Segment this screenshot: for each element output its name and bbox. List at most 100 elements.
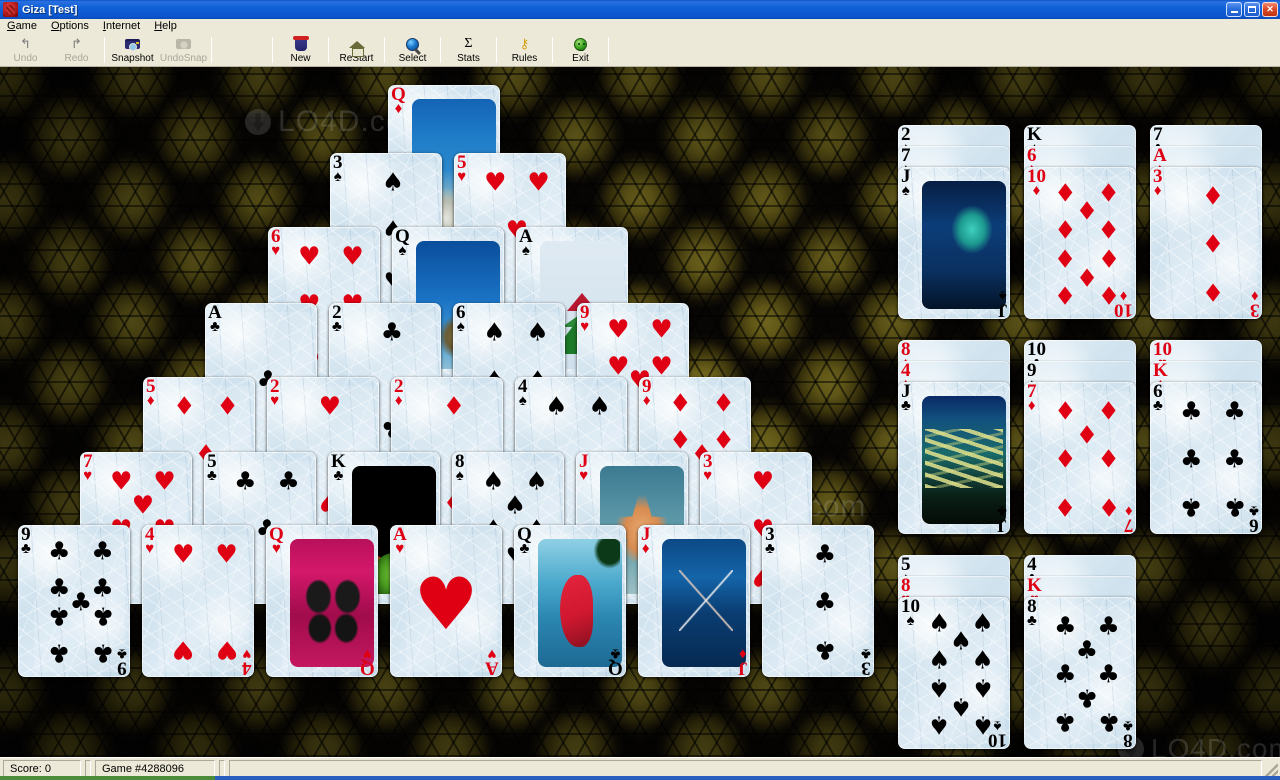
card-pip-group: ♣ ♣ ♣ ♣ ♣ ♣ ♣ ♣ xyxy=(1042,603,1132,745)
card-suit: ♠ xyxy=(455,468,464,485)
snapshot-button[interactable]: Snapshot xyxy=(107,34,158,66)
select-button[interactable]: Select xyxy=(387,34,438,66)
taskbar-strip xyxy=(0,776,1280,780)
card-suit: ♥ xyxy=(83,468,93,485)
card-pip: ♣ xyxy=(91,573,114,603)
card-pip: ♠ xyxy=(545,391,568,421)
card-suit: ♥ xyxy=(580,319,590,336)
menu-game[interactable]: Game xyxy=(0,19,44,34)
tableau-card-r7-c2[interactable]: ♥ ♥ ♥ ♥ 4 ♥ 4 ♥ xyxy=(142,525,254,677)
reserve-pile-7-top-card[interactable]: ♠ ♠ ♠ ♠ ♠ ♠ ♠ ♠ ♠ ♠ 10 ♠ 10 ♠ xyxy=(898,597,1010,749)
restart-button[interactable]: ReStart xyxy=(331,34,382,66)
title-bar[interactable]: Giza [Test] ✕ xyxy=(0,0,1280,19)
card-pip: ♣ xyxy=(91,536,114,566)
tableau-card-r7-c4[interactable]: ♥ A ♥ A ♥ xyxy=(390,525,502,677)
stats-button[interactable]: Σ Stats xyxy=(443,34,494,66)
card-pip: ♦ xyxy=(712,425,735,455)
card-pip: ♦ xyxy=(1054,243,1077,273)
minimize-button[interactable] xyxy=(1226,2,1242,17)
card-pip: ♥ xyxy=(607,314,630,344)
card-corner-top: J ♠ xyxy=(901,167,911,199)
card-corner-bottom: 8 ♣ xyxy=(1123,717,1133,749)
card-pip: ♣ xyxy=(1097,707,1120,737)
card-suit: ♠ xyxy=(333,169,342,186)
card-corner-top: 3 ♣ xyxy=(765,525,775,558)
card-corner-top: 8 ♣ xyxy=(1027,597,1037,629)
undosnap-button[interactable]: UndoSnap xyxy=(158,34,209,66)
app-icon xyxy=(3,2,18,17)
redo-button[interactable]: ↱ Redo xyxy=(51,34,102,66)
card-pip: ♠ xyxy=(381,167,405,197)
menu-bar: Game Options Internet Help xyxy=(0,19,1280,34)
close-button[interactable]: ✕ xyxy=(1262,2,1278,17)
tableau-card-r7-c1[interactable]: ♣ ♣ ♣ ♣ ♣ ♣ ♣ ♣ ♣ 9 ♣ 9 ♣ xyxy=(18,525,130,677)
toolbar-separator-5 xyxy=(384,37,385,63)
card-suit: ♠ xyxy=(998,286,1007,303)
exit-button[interactable]: Exit xyxy=(555,34,606,66)
card-corner-bottom: 7 ♦ xyxy=(1124,501,1134,534)
reserve-pile-3-top-card[interactable]: ♦ ♦ ♦ 3 ♦ 3 ♦ xyxy=(1150,167,1262,319)
card-pip: ♣ xyxy=(1054,707,1077,737)
card-corner-top: 9 ♣ xyxy=(21,525,31,558)
menu-options[interactable]: Options xyxy=(44,19,96,34)
reserve-pile-1-top-card[interactable]: J ♠ J ♠ xyxy=(898,167,1010,319)
rules-button[interactable]: ⚷ Rules xyxy=(499,34,550,66)
undo-button[interactable]: ↰ Undo xyxy=(0,34,51,66)
card-suit: ♥ xyxy=(271,243,281,260)
card-suit: ♥ xyxy=(395,541,405,558)
new-button[interactable]: New xyxy=(275,34,326,66)
tableau-card-r7-c7[interactable]: ♣ ♣ ♣ 3 ♣ 3 ♣ xyxy=(762,525,874,677)
card-pip: ♦ xyxy=(1097,243,1120,273)
card-suit: ♣ xyxy=(21,541,31,558)
card-corner-bottom: Q ♣ xyxy=(608,644,623,677)
card-corner-top: Q ♠ xyxy=(395,227,410,259)
window-title: Giza [Test] xyxy=(22,3,78,16)
reserve-pile-6-top-card[interactable]: ♣ ♣ ♣ ♣ ♣ ♣ 6 ♣ 6 ♣ xyxy=(1150,382,1262,534)
card-corner-top: 10 ♠ xyxy=(901,597,920,629)
card-corner-top: 2 ♥ xyxy=(270,377,280,409)
card-suit: ♦ xyxy=(1124,501,1133,518)
card-pip: ♦ xyxy=(1054,444,1077,474)
card-pip: ♦ xyxy=(1097,178,1120,208)
reserve-pile-8-top-card[interactable]: ♣ ♣ ♣ ♣ ♣ ♣ ♣ ♣ 8 ♣ 8 ♣ xyxy=(1024,597,1136,749)
key-icon: ⚷ xyxy=(519,36,530,51)
card-pip: ♦ xyxy=(669,425,692,455)
card-pip: ♣ xyxy=(813,635,837,665)
card-artwork-school xyxy=(922,396,1006,524)
card-corner-bottom: J ♦ xyxy=(738,645,748,677)
menu-help[interactable]: Help xyxy=(147,19,184,34)
card-pip: ♣ xyxy=(1223,396,1246,426)
reserve-pile-5-top-card[interactable]: ♦ ♦ ♦ ♦ ♦ ♦ ♦ 7 ♦ 7 ♦ xyxy=(1024,382,1136,534)
card-pip: ♥ xyxy=(527,167,550,197)
card-suit: ♣ xyxy=(1153,398,1163,415)
tableau-card-r7-c6[interactable]: J ♦ J ♦ xyxy=(638,525,750,677)
card-pip: ♥ xyxy=(153,466,176,496)
maximize-button[interactable] xyxy=(1244,2,1260,17)
card-pip: ♥ xyxy=(484,167,507,197)
smiley-exit-icon xyxy=(572,36,590,52)
card-center-pip: ♥ xyxy=(413,562,479,647)
card-suit: ♥ xyxy=(457,169,467,186)
tableau-card-r7-c3[interactable]: Q ♥ Q ♥ xyxy=(266,525,378,677)
card-suit: ♣ xyxy=(610,644,621,661)
card-corner-top: 6 ♠ xyxy=(456,303,466,335)
card-pip: ♥ xyxy=(341,241,364,271)
game-board[interactable]: LO4D.com LO4D.com LO4D.com Q♦Q♦♠♠♠3♠3♠♥♥… xyxy=(0,67,1280,757)
card-corner-top: 5 ♦ xyxy=(146,377,156,410)
reserve-pile-2-top-card[interactable]: ♦ ♦ ♦ ♦ ♦ ♦ ♦ ♦ ♦ ♦ 10 ♦ 10 ♦ xyxy=(1024,167,1136,319)
card-pip: ♦ xyxy=(712,388,735,418)
card-corner-bottom: 10 ♠ xyxy=(988,717,1007,749)
undo-icon: ↰ xyxy=(20,36,31,51)
card-suit: ♣ xyxy=(765,541,775,558)
card-corner-top: J ♣ xyxy=(901,382,911,414)
card-pip: ♥ xyxy=(650,351,673,381)
card-pip: ♠ xyxy=(928,645,951,675)
card-suit: ♦ xyxy=(146,393,155,410)
menu-internet[interactable]: Internet xyxy=(96,19,147,34)
reserve-pile-4-top-card[interactable]: J ♣ J ♣ xyxy=(898,382,1010,534)
tableau-card-r7-c5[interactable]: Q ♣ Q ♣ xyxy=(514,525,626,677)
toolbar-separator-7 xyxy=(496,37,497,63)
card-corner-bottom: 3 ♦ xyxy=(1250,287,1260,319)
home-icon xyxy=(348,36,366,57)
card-pip-group: ♥ ♥ ♥ ♥ xyxy=(160,531,250,673)
